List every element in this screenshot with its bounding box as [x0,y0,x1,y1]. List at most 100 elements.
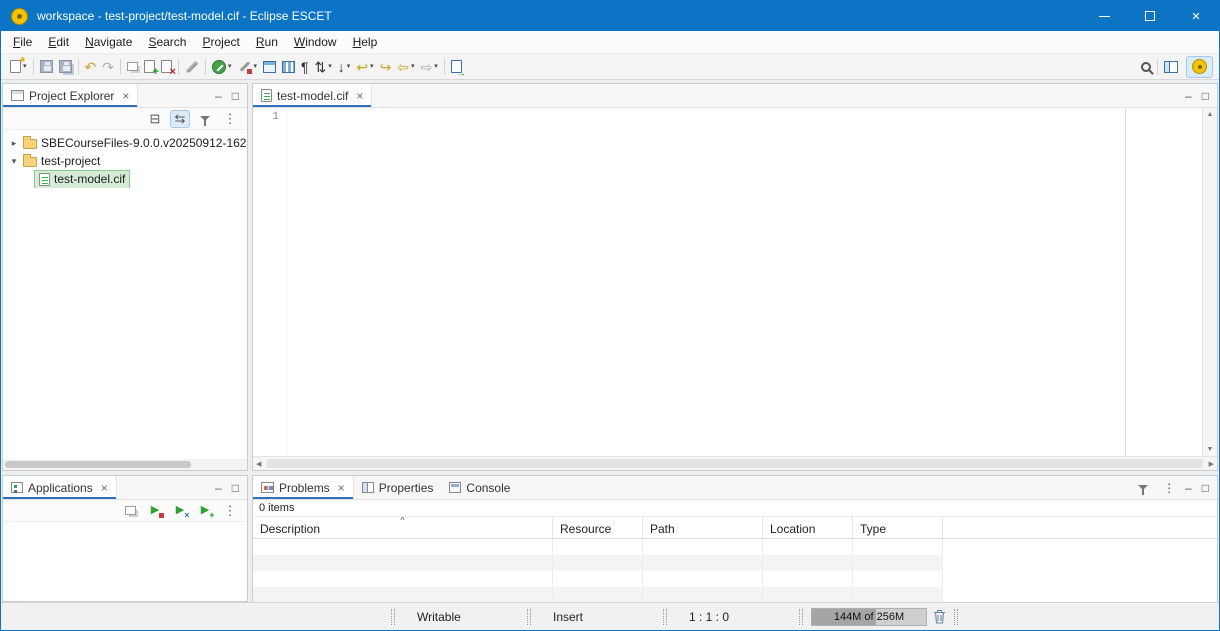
scrollbar-thumb[interactable] [5,461,191,468]
filter-button[interactable] [195,110,215,128]
editor-hscrollbar[interactable]: ◀ ▶ [253,456,1217,470]
column-path[interactable]: Path [643,517,763,538]
toolbar-separator [33,59,34,75]
column-location[interactable]: Location [763,517,853,538]
forward-history-button[interactable]: ⇨▾ [418,56,441,78]
minimize-part-icon[interactable]: – [1185,89,1192,103]
view-menu-button[interactable]: ⋮ [220,502,240,520]
next-annotation-button[interactable]: ↓▾ [335,56,354,78]
column-description[interactable]: ^Description [253,517,553,538]
column-resource[interactable]: Resource [553,517,643,538]
close-icon[interactable]: × [338,481,345,495]
add-file-button[interactable] [141,56,158,78]
last-edit-forward-button[interactable]: ↪ [377,56,395,78]
left-column: Project Explorer × – □ ⊟ ⇆ ⋮ ▸ [2,83,248,602]
minimize-button[interactable] [1081,1,1127,31]
collapse-all-button[interactable]: ⊟ [145,110,165,128]
minimize-part-icon[interactable]: – [215,481,222,495]
maximize-part-icon[interactable]: □ [1202,481,1209,495]
column-type[interactable]: Type [853,517,943,538]
menu-help[interactable]: Help [345,32,386,52]
view-menu-button[interactable]: ⋮ [220,110,240,128]
editor-body[interactable]: 1 ▲ ▼ [253,108,1217,456]
maximize-part-icon[interactable]: □ [232,89,239,103]
maximize-button[interactable] [1127,1,1173,31]
menu-file[interactable]: File [5,32,40,52]
maximize-part-icon[interactable]: □ [232,481,239,495]
show-whitespace-button[interactable]: ¶ [298,56,312,78]
filter-button[interactable] [1133,479,1153,497]
minimize-part-icon[interactable]: – [215,89,222,103]
wrench-button[interactable] [182,56,202,78]
close-icon[interactable]: × [122,89,129,103]
paste-button[interactable] [124,56,141,78]
tree-item-test-project[interactable]: ▾ test-project [3,152,247,170]
cif-check-button[interactable]: ▾ [209,56,235,78]
stack-icon [125,506,136,515]
view-menu-icon[interactable]: ⋮ [1163,481,1175,495]
maximize-part-icon[interactable]: □ [1202,89,1209,103]
cif-transform-button[interactable]: ▾ [235,56,261,78]
selected-tree-item[interactable]: test-model.cif [35,171,129,188]
sort-button[interactable]: ⇅▾ [312,56,335,78]
terminate-all-button[interactable]: ▶ [145,502,165,520]
run-garbage-collector-button[interactable] [933,609,946,624]
folder-icon [23,157,37,167]
search-button[interactable] [1138,56,1154,78]
dropdown-icon[interactable]: ▾ [370,63,374,70]
auto-expand-button[interactable]: ▶+ [195,502,215,520]
menu-window[interactable]: Window [286,32,345,52]
scroll-right-icon[interactable]: ▶ [1209,460,1214,468]
redo-button[interactable]: ↷ [99,56,117,78]
menu-run[interactable]: Run [248,32,286,52]
minimize-part-icon[interactable]: – [1185,481,1192,495]
tab-applications[interactable]: Applications × [3,476,117,499]
menu-edit[interactable]: Edit [40,32,77,52]
link-with-editor-button[interactable]: ⇆ [170,110,190,128]
scrollbar-thumb[interactable] [267,459,1203,468]
new-wizard-button[interactable]: ▾ [7,56,30,78]
editor-text-area[interactable] [287,108,1202,456]
scroll-up-icon[interactable]: ▲ [1207,111,1214,118]
save-all-button[interactable] [56,56,75,78]
scroll-down-icon[interactable]: ▼ [1207,446,1214,453]
tree-item-sbecoursefiles[interactable]: ▸ SBECourseFiles-9.0.0.v20250912-16241 [3,134,247,152]
tab-properties[interactable]: Properties [354,476,442,499]
tab-test-model-cif[interactable]: test-model.cif × [253,84,372,107]
pin-editor-button[interactable] [448,56,465,78]
menu-search[interactable]: Search [140,32,194,52]
problems-view: Problems × Properties Console ⋮ – [252,475,1218,602]
columns-button[interactable] [279,56,298,78]
open-perspective-button[interactable] [1161,56,1181,78]
dropdown-icon[interactable]: ▾ [228,63,232,70]
tab-console[interactable]: Console [441,476,518,499]
escet-perspective-button[interactable] [1186,56,1213,78]
scroll-left-icon[interactable]: ◀ [256,460,261,468]
tab-label: test-model.cif [277,89,348,103]
menu-project[interactable]: Project [194,32,247,52]
dropdown-icon[interactable]: ▾ [347,63,351,70]
dropdown-icon[interactable]: ▾ [411,63,415,70]
simulator-button[interactable] [260,56,279,78]
tree-item-test-model[interactable]: test-model.cif [3,170,247,188]
editor-vscrollbar[interactable]: ▲ ▼ [1202,108,1217,456]
back-history-button[interactable]: ⇦▾ [394,56,417,78]
dropdown-icon[interactable]: ▾ [254,63,258,70]
chevron-right-icon[interactable]: ▸ [9,138,19,149]
remove-terminated-button[interactable]: ▶× [170,502,190,520]
close-button[interactable]: × [1173,1,1219,31]
project-explorer-hscrollbar[interactable] [3,459,247,470]
undo-button[interactable]: ↶ [82,56,100,78]
dropdown-icon[interactable]: ▾ [434,63,438,70]
close-icon[interactable]: × [101,481,108,495]
dropdown-icon[interactable]: ▾ [328,63,332,70]
menu-navigate[interactable]: Navigate [77,32,140,52]
tab-problems[interactable]: Problems × [253,476,354,499]
delete-button[interactable] [158,56,175,78]
applications-stack-button[interactable] [120,502,140,520]
chevron-down-icon[interactable]: ▾ [9,156,19,167]
tab-project-explorer[interactable]: Project Explorer × [3,84,138,107]
close-icon[interactable]: × [356,89,363,103]
last-edit-back-button[interactable]: ↩▾ [353,56,376,78]
save-button[interactable] [37,56,56,78]
